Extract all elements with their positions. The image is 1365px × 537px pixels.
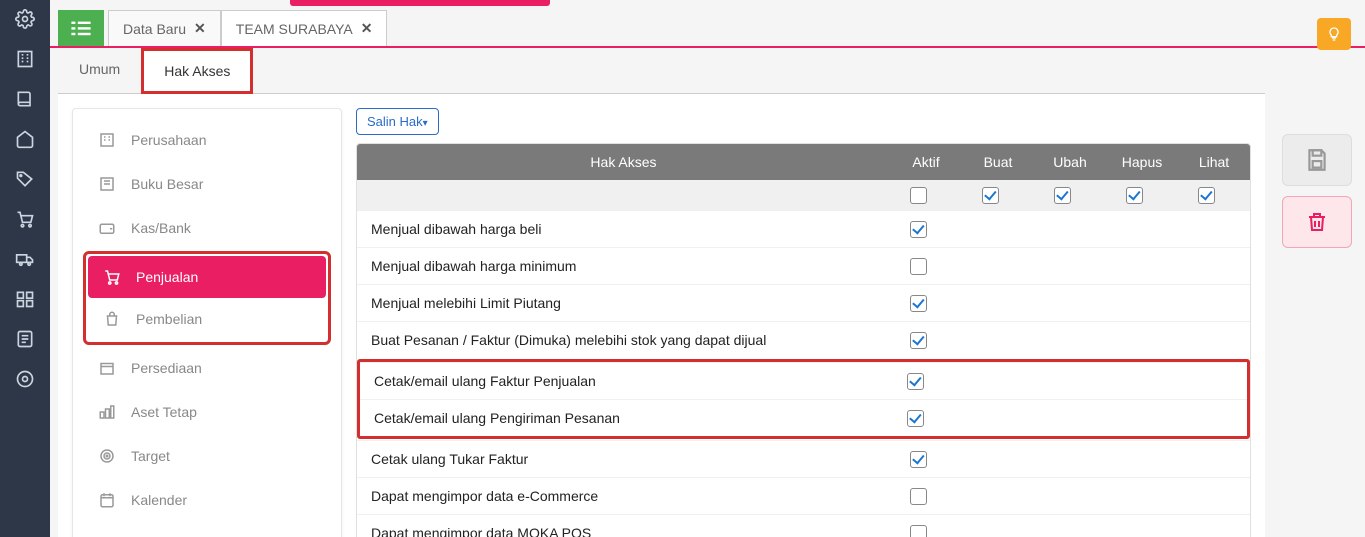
- nav-label: Perusahaan: [131, 132, 207, 148]
- col-hak-akses: Hak Akses: [357, 144, 890, 180]
- action-buttons: [1277, 48, 1357, 537]
- permission-label: Cetak/email ulang Faktur Penjualan: [368, 369, 879, 393]
- table-row: Menjual dibawah harga beli: [357, 210, 1250, 247]
- rights-table: Hak Akses Aktif Buat Ubah Hapus Lihat Me…: [356, 143, 1251, 537]
- checkbox[interactable]: [910, 258, 927, 275]
- col-hapus: Hapus: [1106, 144, 1178, 180]
- delete-button[interactable]: [1282, 196, 1352, 248]
- permission-label: Cetak ulang Tukar Faktur: [365, 447, 882, 471]
- nav-label: Buku Besar: [131, 176, 203, 192]
- permission-label: Menjual dibawah harga minimum: [365, 254, 882, 278]
- idea-button[interactable]: [1317, 18, 1351, 50]
- nav-label: Kalender: [131, 492, 187, 508]
- nav-aset-tetap[interactable]: Aset Tetap: [83, 391, 331, 433]
- table-row: [357, 180, 1250, 210]
- calendar-icon: [97, 491, 117, 509]
- list-toggle-button[interactable]: [58, 10, 104, 46]
- checkbox[interactable]: [910, 488, 927, 505]
- table-row: Buat Pesanan / Faktur (Dimuka) melebihi …: [357, 321, 1250, 358]
- col-lihat: Lihat: [1178, 144, 1250, 180]
- tax-icon[interactable]: [14, 328, 36, 350]
- table-row: Cetak/email ulang Pengiriman Pesanan: [360, 399, 1247, 436]
- table-row: Dapat mengimpor data e-Commerce: [357, 477, 1250, 514]
- checkbox[interactable]: [907, 410, 924, 427]
- cart-icon: [102, 268, 122, 286]
- cart-icon[interactable]: [14, 208, 36, 230]
- permission-label: Menjual melebihi Limit Piutang: [365, 291, 882, 315]
- nav-buku-besar[interactable]: Buku Besar: [83, 163, 331, 205]
- house-icon[interactable]: [14, 128, 36, 150]
- document-tab-strip: Data Baru ✕ TEAM SURABAYA ✕: [50, 6, 1365, 48]
- checkbox[interactable]: [910, 295, 927, 312]
- checkbox[interactable]: [910, 525, 927, 537]
- nav-perusahaan[interactable]: Perusahaan: [83, 119, 331, 161]
- col-ubah: Ubah: [1034, 144, 1106, 180]
- checkbox[interactable]: [910, 451, 927, 468]
- checkbox[interactable]: [907, 373, 924, 390]
- bag-icon: [102, 310, 122, 328]
- sub-tab-hak-akses[interactable]: Hak Akses: [141, 48, 253, 94]
- checkbox[interactable]: [982, 187, 999, 204]
- table-row: Menjual melebihi Limit Piutang: [357, 284, 1250, 321]
- nav-target[interactable]: Target: [83, 435, 331, 477]
- table-row: Cetak ulang Tukar Faktur: [357, 440, 1250, 477]
- table-row: Menjual dibawah harga minimum: [357, 247, 1250, 284]
- nav-label: Target: [131, 448, 170, 464]
- nav-penjualan[interactable]: Penjualan: [88, 256, 326, 298]
- col-buat: Buat: [962, 144, 1034, 180]
- close-icon[interactable]: ✕: [361, 20, 373, 37]
- checkbox[interactable]: [910, 332, 927, 349]
- chevron-down-icon: ▾: [423, 118, 428, 129]
- sub-tab-umum[interactable]: Umum: [58, 48, 141, 93]
- col-aktif: Aktif: [890, 144, 962, 180]
- close-icon[interactable]: ✕: [194, 20, 206, 37]
- table-header: Hak Akses Aktif Buat Ubah Hapus Lihat: [357, 144, 1250, 180]
- target-icon: [97, 447, 117, 465]
- nav-label: Kas/Bank: [131, 220, 191, 236]
- checkbox[interactable]: [1126, 187, 1143, 204]
- nav-kalender[interactable]: Kalender: [83, 479, 331, 521]
- permission-label: Dapat mengimpor data e-Commerce: [365, 484, 882, 508]
- nav-kas-bank[interactable]: Kas/Bank: [83, 207, 331, 249]
- disk-icon[interactable]: [14, 368, 36, 390]
- category-nav: Perusahaan Buku Besar Kas/Bank: [72, 108, 342, 537]
- save-button[interactable]: [1282, 134, 1352, 186]
- app-sidebar: [0, 0, 50, 537]
- permission-label: Dapat mengimpor data MOKA POS: [365, 521, 882, 537]
- nav-label: Penjualan: [136, 269, 198, 285]
- checkbox[interactable]: [910, 187, 927, 204]
- checkbox[interactable]: [910, 221, 927, 238]
- ledger-icon: [97, 175, 117, 193]
- book-icon[interactable]: [14, 88, 36, 110]
- tab-label: Data Baru: [123, 21, 186, 37]
- nav-pembelian[interactable]: Pembelian: [88, 298, 326, 340]
- permission-label: Cetak/email ulang Pengiriman Pesanan: [368, 406, 879, 430]
- wallet-icon: [97, 219, 117, 237]
- building-icon[interactable]: [14, 48, 36, 70]
- nav-label: Persediaan: [131, 360, 202, 376]
- tab-label: TEAM SURABAYA: [236, 21, 353, 37]
- checkbox[interactable]: [1054, 187, 1071, 204]
- tab-team-surabaya[interactable]: TEAM SURABAYA ✕: [221, 10, 388, 46]
- box-icon: [97, 359, 117, 377]
- sub-tab-strip: Umum Hak Akses: [58, 48, 1265, 94]
- table-row: Cetak/email ulang Faktur Penjualan: [360, 362, 1247, 399]
- asset-icon: [97, 403, 117, 421]
- permission-label: Menjual dibawah harga beli: [365, 217, 882, 241]
- gear-icon[interactable]: [14, 8, 36, 30]
- table-row: Dapat mengimpor data MOKA POS: [357, 514, 1250, 537]
- building-icon: [97, 131, 117, 149]
- nav-label: Pembelian: [136, 311, 202, 327]
- checkbox[interactable]: [1198, 187, 1215, 204]
- tag-icon[interactable]: [14, 168, 36, 190]
- nav-label: Aset Tetap: [131, 404, 197, 420]
- permission-label: Buat Pesanan / Faktur (Dimuka) melebihi …: [365, 328, 882, 352]
- truck-icon[interactable]: [14, 248, 36, 270]
- nav-persediaan[interactable]: Persediaan: [83, 347, 331, 389]
- top-accent-bar: [290, 0, 550, 6]
- boxes-icon[interactable]: [14, 288, 36, 310]
- tab-data-baru[interactable]: Data Baru ✕: [108, 10, 221, 46]
- copy-rights-button[interactable]: Salin Hak▾: [356, 108, 439, 135]
